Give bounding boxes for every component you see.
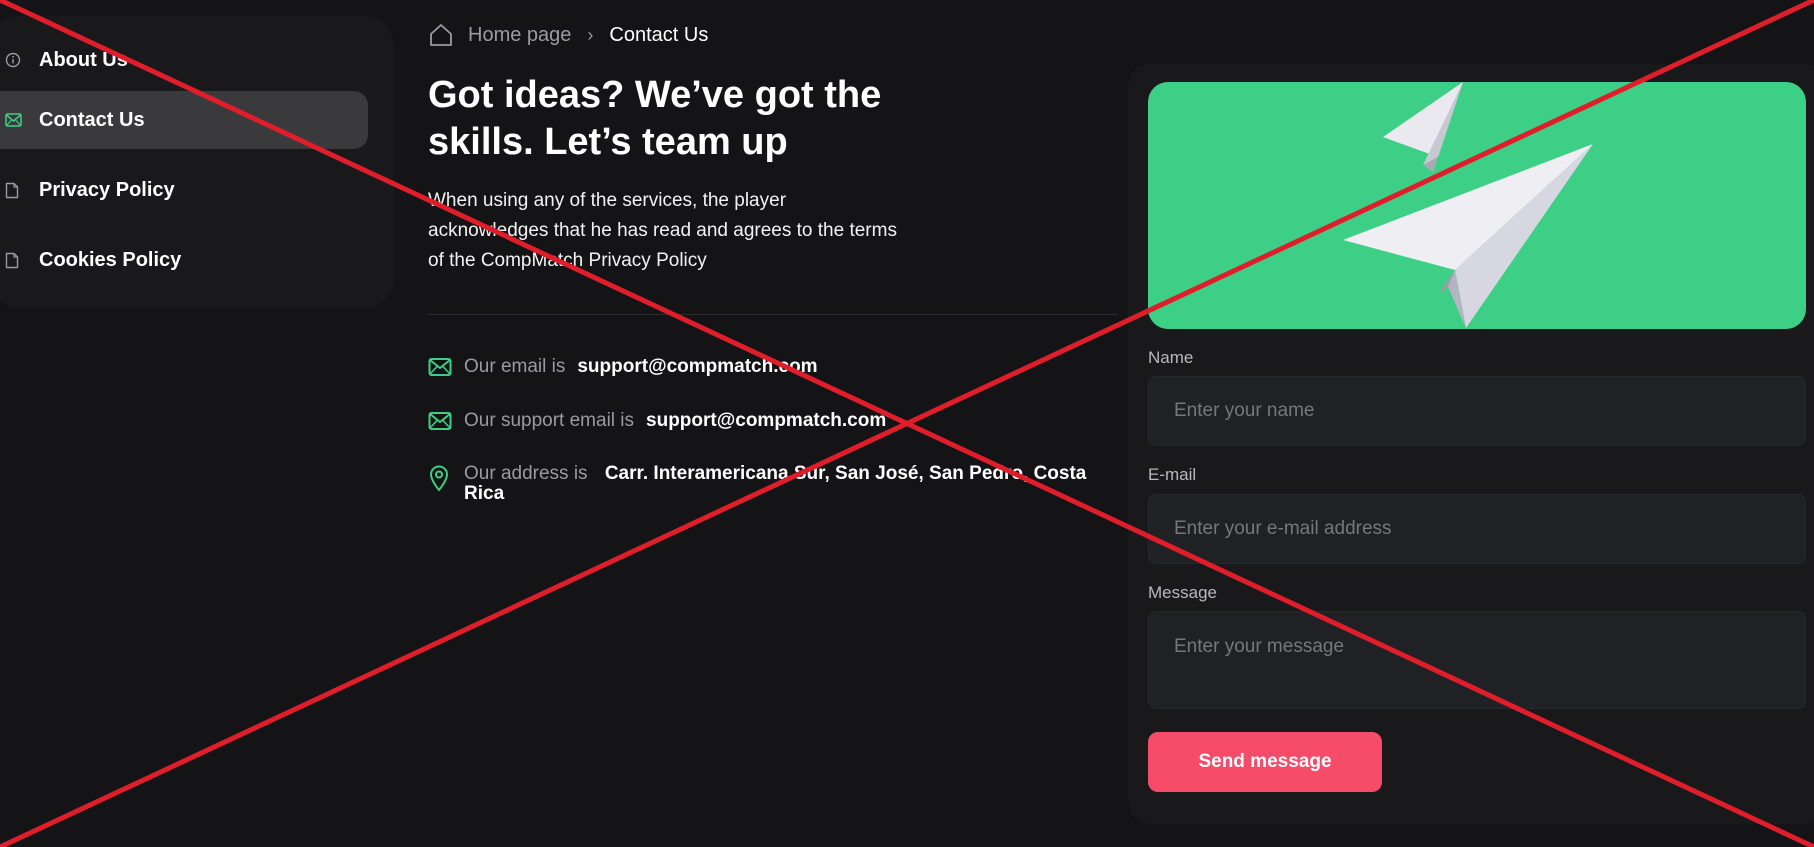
- name-input[interactable]: [1148, 376, 1806, 446]
- message-textarea[interactable]: [1148, 611, 1806, 709]
- breadcrumb-home-link[interactable]: Home page: [468, 24, 571, 47]
- email-label: E-mail: [1148, 465, 1197, 484]
- contact-prefix: Our address is: [464, 463, 588, 484]
- sidebar: About Us Contact Us Privacy Policy Cooki…: [0, 16, 394, 308]
- contact-prefix: Our support email is: [464, 410, 635, 431]
- contact-support-email-row: Our support email is support@compmatch.c…: [428, 410, 886, 436]
- sidebar-item-label: Privacy Policy: [39, 178, 175, 201]
- page-title: Got ideas? We’ve got the skills. Let’s t…: [428, 74, 882, 163]
- hero-banner: [1148, 82, 1806, 329]
- info-icon: [5, 51, 23, 69]
- sidebar-item-label: Contact Us: [39, 108, 145, 131]
- sidebar-item-cookies-policy[interactable]: Cookies Policy: [0, 231, 368, 289]
- home-icon[interactable]: [428, 22, 454, 48]
- document-icon: [5, 251, 23, 269]
- breadcrumb-separator: ›: [587, 24, 594, 45]
- intro-text: When using any of the services, the play…: [428, 190, 897, 271]
- send-message-button[interactable]: Send message: [1148, 732, 1382, 792]
- sidebar-item-label: Cookies Policy: [39, 248, 182, 271]
- email-input[interactable]: [1148, 494, 1806, 564]
- sidebar-item-label: About Us: [39, 48, 128, 71]
- mail-icon: [5, 111, 23, 129]
- message-label: Message: [1148, 583, 1217, 602]
- sidebar-item-about-us[interactable]: About Us: [0, 31, 368, 89]
- location-pin-icon: [428, 464, 454, 492]
- contact-email-row: Our email is support@compmatch.com: [428, 356, 818, 382]
- contact-support-email-link[interactable]: support@compmatch.com: [646, 410, 886, 432]
- contact-prefix: Our email is: [464, 356, 566, 377]
- name-label: Name: [1148, 348, 1194, 367]
- document-icon: [5, 181, 23, 199]
- breadcrumb: Home page › Contact Us: [428, 22, 708, 48]
- contact-email-link[interactable]: support@compmatch.com: [577, 356, 817, 378]
- contact-address-row: Our address is Carr. Interamericana Sur,…: [428, 464, 1118, 504]
- paper-plane-icon: [1343, 82, 1593, 328]
- sidebar-item-contact-us[interactable]: Contact Us: [0, 91, 368, 149]
- divider: [428, 314, 1118, 315]
- mail-icon: [428, 410, 454, 436]
- breadcrumb-current: Contact Us: [609, 23, 709, 46]
- sidebar-item-privacy-policy[interactable]: Privacy Policy: [0, 161, 368, 219]
- mail-icon: [428, 356, 454, 382]
